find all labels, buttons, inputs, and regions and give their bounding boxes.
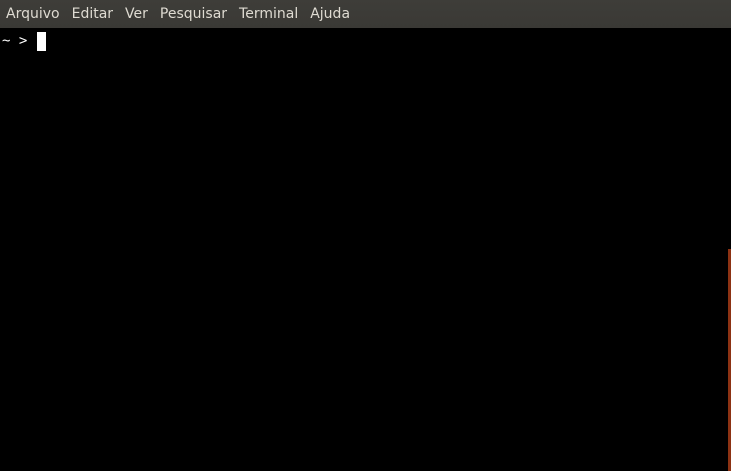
shell-prompt: ~ > — [2, 33, 36, 49]
terminal-window: Arquivo Editar Ver Pesquisar Terminal Aj… — [0, 0, 731, 471]
terminal-area[interactable]: ~ > — [0, 28, 731, 471]
menu-terminal[interactable]: Terminal — [233, 0, 304, 28]
menu-editar[interactable]: Editar — [66, 0, 119, 28]
menu-ajuda[interactable]: Ajuda — [304, 0, 356, 28]
menu-arquivo[interactable]: Arquivo — [0, 0, 66, 28]
text-cursor — [36, 31, 46, 51]
menu-ver[interactable]: Ver — [119, 0, 154, 28]
menu-bar: Arquivo Editar Ver Pesquisar Terminal Aj… — [0, 0, 731, 28]
prompt-line: ~ > — [2, 31, 46, 51]
menu-pesquisar[interactable]: Pesquisar — [154, 0, 233, 28]
